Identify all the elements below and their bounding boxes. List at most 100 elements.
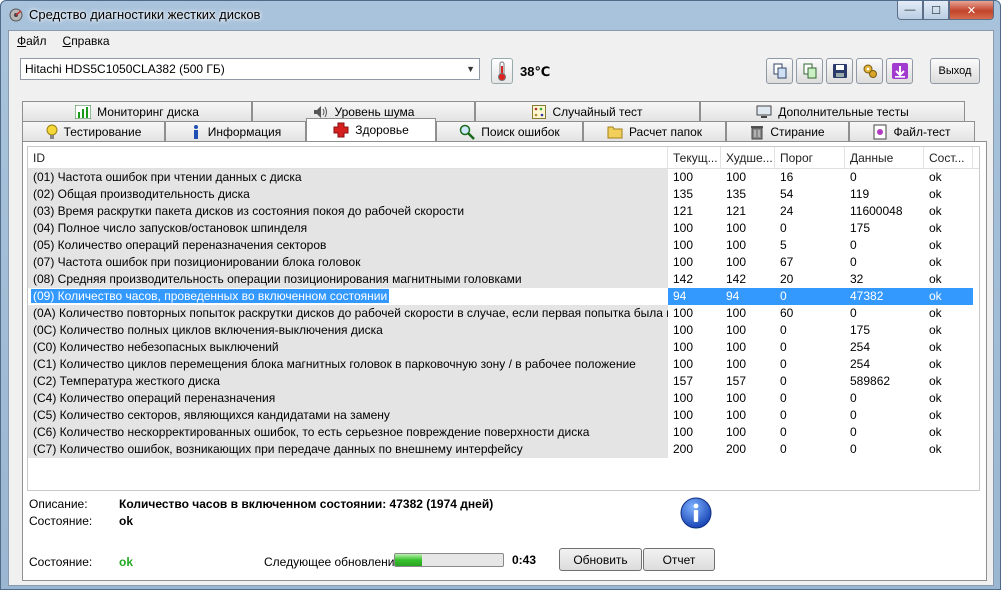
cell-current: 100	[673, 255, 694, 269]
tab-information[interactable]: Информация	[165, 121, 306, 141]
cell-threshold: 16	[780, 170, 794, 184]
col-id[interactable]: ID	[28, 147, 668, 168]
tab-additional-tests[interactable]: Дополнительные тесты	[700, 101, 965, 121]
table-row[interactable]: (01) Частота ошибок при чтении данных с …	[28, 169, 979, 186]
save-button[interactable]	[826, 58, 853, 84]
title-bar[interactable]: Средство диагностики жестких дисков — ☐ …	[1, 1, 1000, 29]
cell-data: 175	[850, 221, 871, 235]
maximize-icon: ☐	[931, 4, 941, 17]
cell-threshold: 0	[780, 357, 787, 371]
exit-button[interactable]: Выход	[930, 58, 980, 84]
table-row[interactable]: (05) Количество операций переназначения …	[28, 237, 979, 254]
close-button[interactable]: ✕	[949, 1, 994, 20]
cell-threshold: 0	[780, 323, 787, 337]
tab-folder-calc[interactable]: Расчет папок	[583, 121, 726, 141]
cell-id: (C4) Количество операций переназначения	[28, 390, 668, 407]
cell-current: 100	[673, 170, 694, 184]
table-row[interactable]: (0C) Количество полных циклов включения-…	[28, 322, 979, 339]
minimize-button[interactable]: —	[897, 1, 923, 20]
col-threshold[interactable]: Порог	[775, 147, 845, 168]
col-current[interactable]: Текущ...	[668, 147, 721, 168]
folder-icon	[607, 126, 623, 138]
col-data[interactable]: Данные	[845, 147, 924, 168]
table-row[interactable]: (0A) Количество повторных попыток раскру…	[28, 305, 979, 322]
col-worst[interactable]: Худше...	[721, 147, 775, 168]
cell-id: (03) Время раскрутки пакета дисков из со…	[28, 203, 668, 220]
menu-help[interactable]: Справка	[55, 31, 118, 53]
table-body: (01) Частота ошибок при чтении данных с …	[28, 169, 979, 458]
trash-icon	[751, 125, 764, 139]
cell-current: 100	[673, 425, 694, 439]
download-button[interactable]	[886, 58, 913, 84]
cell-current: 142	[673, 272, 694, 286]
tab-label: Расчет папок	[628, 124, 703, 139]
info-circle-icon	[680, 497, 712, 529]
tab-health[interactable]: Здоровье	[306, 118, 436, 141]
table-header: ID Текущ... Худше... Порог Данные Сост..…	[28, 147, 979, 169]
table-row[interactable]: (03) Время раскрутки пакета дисков из со…	[28, 203, 979, 220]
cell-worst: 100	[726, 238, 747, 252]
table-row[interactable]: (08) Средняя производительность операции…	[28, 271, 979, 288]
copy-green-icon	[803, 63, 816, 79]
report-button[interactable]: Отчет	[643, 548, 715, 571]
cell-id-text: (C5) Количество секторов, являющихся кан…	[33, 408, 390, 422]
progress-fill	[395, 554, 422, 566]
cell-worst: 100	[726, 170, 747, 184]
col-status[interactable]: Сост...	[924, 147, 973, 168]
menu-file-accel: Ф	[17, 34, 27, 48]
state-value: ok	[119, 514, 134, 528]
table-row[interactable]: (02) Общая производительность диска 135 13…	[28, 186, 979, 203]
cell-data: 47382	[845, 288, 924, 305]
table-row[interactable]: (C4) Количество операций переназначения 1…	[28, 390, 979, 407]
copy-button[interactable]	[766, 58, 793, 84]
copy-all-button[interactable]	[796, 58, 823, 84]
table-row[interactable]: (C7) Количество ошибок, возникающих при …	[28, 441, 979, 458]
tab-label: Здоровье	[355, 123, 409, 137]
refresh-button[interactable]: Обновить	[559, 548, 642, 571]
bulb-icon	[46, 124, 58, 139]
cell-status: ok	[929, 357, 942, 371]
copy-icon	[773, 63, 786, 79]
smart-table: ID Текущ... Худше... Порог Данные Сост..…	[27, 146, 980, 491]
cell-threshold: 54	[780, 187, 794, 201]
cell-current: 100	[673, 408, 694, 422]
description-value: Количество часов в включенном состоянии:…	[119, 497, 494, 511]
cell-status: ok	[929, 170, 942, 184]
tab-erase[interactable]: Стирание	[726, 121, 849, 141]
cell-worst: 94	[721, 288, 775, 305]
menu-help-accel: С	[62, 34, 72, 48]
speaker-icon	[313, 105, 327, 118]
cell-current: 94	[668, 288, 721, 305]
tab-random-test[interactable]: Случайный тест	[475, 101, 700, 121]
table-row[interactable]: (C6) Количество нескорректированных ошиб…	[28, 424, 979, 441]
cell-data: 0	[850, 391, 857, 405]
settings-button[interactable]	[856, 58, 883, 84]
menu-file[interactable]: Файл	[9, 31, 55, 53]
tab-label: Дополнительные тесты	[778, 104, 909, 119]
cell-data: 11600048	[850, 204, 903, 218]
table-row[interactable]: (C1) Количество циклов перемещения блока…	[28, 356, 979, 373]
cell-worst: 121	[726, 204, 747, 218]
menu-help-label: правка	[71, 34, 110, 48]
table-row[interactable]: (C0) Количество небезопасных выключений 1…	[28, 339, 979, 356]
cell-id-text: (C4) Количество операций переназначения	[33, 391, 276, 405]
window-controls: — ☐ ✕	[897, 1, 994, 20]
maximize-button[interactable]: ☐	[923, 1, 949, 20]
menu-file-label: айл	[26, 34, 47, 48]
cell-worst: 100	[726, 425, 747, 439]
drive-select[interactable]: Hitachi HDS5C1050CLA382 (500 ГБ) ▼	[20, 58, 480, 80]
cell-data: 0	[850, 170, 857, 184]
table-row[interactable]: (04) Полное число запусков/остановок шпи…	[28, 220, 979, 237]
status-label: Состояние:	[29, 555, 93, 569]
chart-icon	[75, 104, 92, 119]
table-row[interactable]: (C5) Количество секторов, являющихся кан…	[28, 407, 979, 424]
table-row[interactable]: (09) Количество часов, проведенных во вк…	[28, 288, 979, 305]
table-row[interactable]: (07) Частота ошибок при позиционировании…	[28, 254, 979, 271]
cell-threshold: 5	[780, 238, 787, 252]
tab-disk-monitoring[interactable]: Мониторинг диска	[22, 101, 252, 121]
tab-testing[interactable]: Тестирование	[22, 121, 165, 141]
table-row[interactable]: (C2) Температура жесткого диска 157 157 0 58…	[28, 373, 979, 390]
tab-file-test[interactable]: Файл-тест	[849, 121, 975, 141]
temperature-value: 38℃	[520, 64, 551, 79]
tab-error-scan[interactable]: Поиск ошибок	[436, 121, 583, 141]
